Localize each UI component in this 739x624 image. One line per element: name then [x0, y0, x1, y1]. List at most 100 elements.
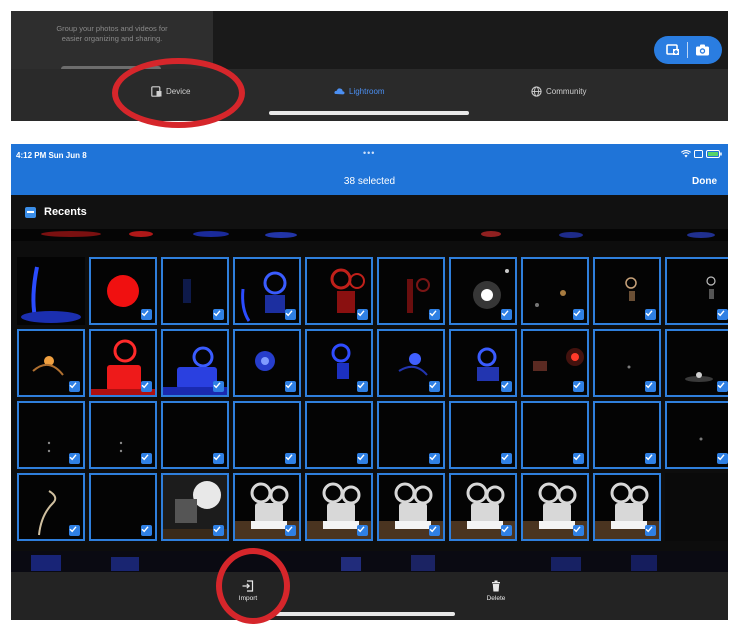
photo-thumbnail[interactable]	[17, 329, 85, 397]
photo-thumbnail[interactable]	[233, 329, 301, 397]
tab-lightroom[interactable]: Lightroom	[334, 83, 385, 99]
checkmark-icon[interactable]	[285, 309, 296, 320]
photo-thumbnail[interactable]	[17, 257, 85, 325]
checkmark-icon[interactable]	[69, 381, 80, 392]
bottom-tab-bar: Device Lightroom Community	[11, 69, 728, 121]
photo-thumbnail[interactable]	[593, 329, 661, 397]
photo-thumbnail[interactable]	[89, 329, 157, 397]
photo-thumbnail[interactable]	[161, 473, 229, 541]
photo-thumbnail[interactable]	[521, 473, 589, 541]
photo-thumbnail[interactable]	[161, 329, 229, 397]
recents-section-header[interactable]: Recents	[11, 195, 728, 229]
checkmark-icon[interactable]	[285, 525, 296, 536]
done-button[interactable]: Done	[692, 176, 717, 187]
photo-thumbnail[interactable]	[305, 257, 373, 325]
checkmark-icon[interactable]	[429, 381, 440, 392]
photo-thumbnail[interactable]	[593, 401, 661, 469]
checkmark-icon[interactable]	[501, 381, 512, 392]
photo-thumbnail[interactable]	[305, 473, 373, 541]
photo-thumbnail[interactable]	[449, 329, 517, 397]
import-icon	[242, 580, 254, 592]
checkmark-icon[interactable]	[645, 381, 656, 392]
photo-thumbnail[interactable]	[89, 401, 157, 469]
checkmark-icon[interactable]	[141, 309, 152, 320]
top-screenshot-panel: Group your photos and videos for easier …	[11, 11, 728, 121]
photo-thumbnail[interactable]	[305, 401, 373, 469]
checkmark-icon[interactable]	[213, 381, 224, 392]
photo-thumbnail[interactable]	[449, 257, 517, 325]
delete-label: Delete	[486, 595, 506, 602]
checkmark-icon[interactable]	[573, 309, 584, 320]
checkmark-icon[interactable]	[357, 381, 368, 392]
wifi-icon	[681, 150, 691, 158]
checkmark-icon[interactable]	[717, 453, 728, 464]
delete-button[interactable]: Delete	[476, 580, 516, 602]
photo-thumbnail[interactable]	[233, 473, 301, 541]
checkmark-icon[interactable]	[357, 453, 368, 464]
checkmark-icon[interactable]	[141, 453, 152, 464]
photo-thumbnail[interactable]	[377, 257, 445, 325]
checkmark-icon[interactable]	[501, 309, 512, 320]
tab-community[interactable]: Community	[531, 83, 586, 99]
photo-thumbnail[interactable]	[305, 329, 373, 397]
checkmark-icon[interactable]	[213, 309, 224, 320]
photo-thumbnail[interactable]	[593, 257, 661, 325]
checkmark-icon[interactable]	[357, 309, 368, 320]
tab-device[interactable]: Device	[151, 83, 190, 99]
photo-thumbnail[interactable]	[449, 401, 517, 469]
add-media-fab[interactable]	[654, 36, 722, 64]
checkmark-icon[interactable]	[429, 453, 440, 464]
checkmark-icon[interactable]	[429, 309, 440, 320]
photo-thumbnail[interactable]	[89, 257, 157, 325]
photo-thumbnail[interactable]	[665, 257, 728, 325]
checkmark-icon[interactable]	[69, 453, 80, 464]
photo-thumbnail[interactable]	[161, 401, 229, 469]
checkmark-icon[interactable]	[357, 525, 368, 536]
photo-thumbnail[interactable]	[593, 473, 661, 541]
checkmark-icon[interactable]	[141, 381, 152, 392]
checkmark-icon[interactable]	[573, 453, 584, 464]
checkmark-icon[interactable]	[717, 381, 728, 392]
photo-thumbnail[interactable]	[521, 329, 589, 397]
photo-thumbnail[interactable]	[233, 401, 301, 469]
photo-thumbnail[interactable]	[89, 473, 157, 541]
add-photo-icon[interactable]	[666, 44, 680, 56]
photo-thumbnail[interactable]	[665, 401, 728, 469]
album-info-card: Group your photos and videos for easier …	[11, 11, 213, 72]
home-indicator-bottom	[275, 612, 455, 616]
checkmark-icon[interactable]	[285, 381, 296, 392]
photo-thumbnail[interactable]	[17, 473, 85, 541]
photo-image	[17, 257, 85, 325]
checkmark-icon[interactable]	[213, 453, 224, 464]
photo-thumbnail[interactable]	[161, 257, 229, 325]
checkmark-icon[interactable]	[573, 525, 584, 536]
photo-thumbnail[interactable]	[521, 257, 589, 325]
checkmark-icon[interactable]	[429, 525, 440, 536]
photo-thumbnail[interactable]	[377, 473, 445, 541]
checkmark-icon[interactable]	[645, 453, 656, 464]
photo-thumbnail[interactable]	[377, 401, 445, 469]
checkmark-icon[interactable]	[645, 525, 656, 536]
multitasking-dots[interactable]: •••	[363, 148, 375, 158]
checkmark-icon[interactable]	[285, 453, 296, 464]
checkmark-icon[interactable]	[501, 525, 512, 536]
import-button[interactable]: Import	[228, 580, 268, 602]
photo-thumbnail[interactable]	[449, 473, 517, 541]
photo-thumbnail[interactable]	[17, 401, 85, 469]
checkmark-icon[interactable]	[141, 525, 152, 536]
photo-thumbnail[interactable]	[233, 257, 301, 325]
checkmark-icon[interactable]	[573, 381, 584, 392]
select-all-checkbox-icon[interactable]	[25, 206, 36, 218]
photo-thumbnail[interactable]	[665, 473, 728, 541]
photo-thumbnail[interactable]	[377, 329, 445, 397]
checkmark-icon[interactable]	[69, 525, 80, 536]
checkmark-icon[interactable]	[645, 309, 656, 320]
checkmark-icon[interactable]	[717, 309, 728, 320]
tab-community-label: Community	[546, 86, 587, 96]
photo-thumbnail[interactable]	[665, 329, 728, 397]
checkmark-icon[interactable]	[213, 525, 224, 536]
photo-thumbnail[interactable]	[521, 401, 589, 469]
status-time: 4:12 PM Sun Jun 8	[16, 151, 87, 160]
checkmark-icon[interactable]	[501, 453, 512, 464]
camera-icon[interactable]	[695, 44, 710, 56]
